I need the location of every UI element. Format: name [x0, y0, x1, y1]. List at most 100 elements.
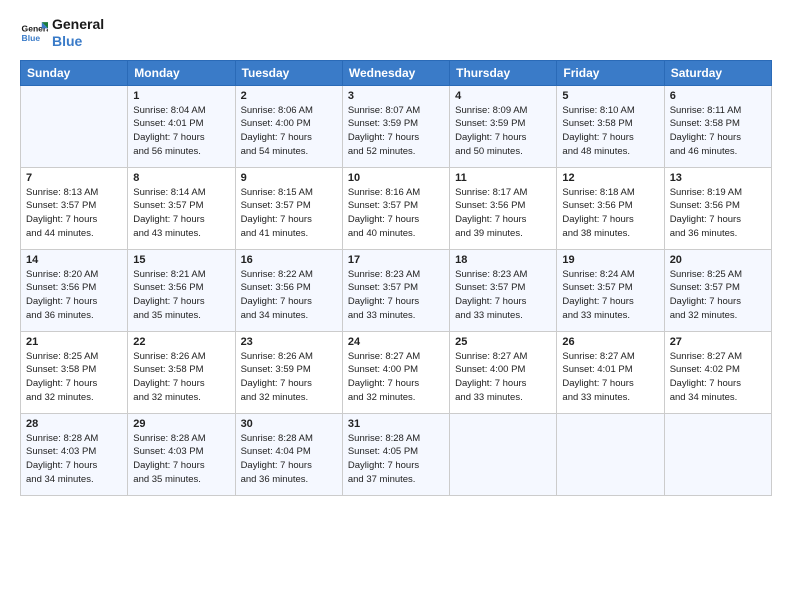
cell-line: and 54 minutes.: [241, 145, 337, 159]
cell-line: Sunrise: 8:28 AM: [348, 432, 444, 446]
cell-line: Sunset: 3:59 PM: [455, 117, 551, 131]
calendar-cell: 30Sunrise: 8:28 AMSunset: 4:04 PMDayligh…: [235, 413, 342, 495]
cell-line: and 34 minutes.: [670, 391, 766, 405]
cell-line: Sunrise: 8:27 AM: [562, 350, 658, 364]
cell-line: Daylight: 7 hours: [670, 213, 766, 227]
cell-line: and 36 minutes.: [670, 227, 766, 241]
cell-content: Sunrise: 8:15 AMSunset: 3:57 PMDaylight:…: [241, 186, 337, 241]
calendar-cell: 15Sunrise: 8:21 AMSunset: 3:56 PMDayligh…: [128, 249, 235, 331]
cell-content: Sunrise: 8:10 AMSunset: 3:58 PMDaylight:…: [562, 104, 658, 159]
cell-line: and 32 minutes.: [241, 391, 337, 405]
cell-line: and 33 minutes.: [455, 391, 551, 405]
cell-line: Daylight: 7 hours: [241, 213, 337, 227]
cell-line: and 43 minutes.: [133, 227, 229, 241]
calendar-cell: 18Sunrise: 8:23 AMSunset: 3:57 PMDayligh…: [450, 249, 557, 331]
day-number: 20: [670, 254, 766, 266]
weekday-header-wednesday: Wednesday: [342, 60, 449, 85]
cell-line: and 32 minutes.: [670, 309, 766, 323]
cell-line: Sunset: 4:03 PM: [26, 445, 122, 459]
cell-line: and 48 minutes.: [562, 145, 658, 159]
cell-line: and 39 minutes.: [455, 227, 551, 241]
cell-line: and 32 minutes.: [26, 391, 122, 405]
day-number: 27: [670, 336, 766, 348]
day-number: 21: [26, 336, 122, 348]
cell-content: Sunrise: 8:23 AMSunset: 3:57 PMDaylight:…: [455, 268, 551, 323]
cell-line: Sunset: 4:01 PM: [133, 117, 229, 131]
cell-line: and 56 minutes.: [133, 145, 229, 159]
day-number: 1: [133, 90, 229, 102]
calendar-cell: 27Sunrise: 8:27 AMSunset: 4:02 PMDayligh…: [664, 331, 771, 413]
cell-line: and 32 minutes.: [133, 391, 229, 405]
weekday-header-sunday: Sunday: [21, 60, 128, 85]
cell-line: Sunrise: 8:27 AM: [455, 350, 551, 364]
cell-line: Sunset: 3:56 PM: [133, 281, 229, 295]
cell-line: Sunrise: 8:23 AM: [455, 268, 551, 282]
cell-line: Sunrise: 8:09 AM: [455, 104, 551, 118]
cell-content: Sunrise: 8:28 AMSunset: 4:05 PMDaylight:…: [348, 432, 444, 487]
cell-line: Daylight: 7 hours: [348, 131, 444, 145]
day-number: 14: [26, 254, 122, 266]
cell-line: Daylight: 7 hours: [26, 295, 122, 309]
cell-content: Sunrise: 8:18 AMSunset: 3:56 PMDaylight:…: [562, 186, 658, 241]
calendar-cell: 19Sunrise: 8:24 AMSunset: 3:57 PMDayligh…: [557, 249, 664, 331]
cell-line: Daylight: 7 hours: [562, 377, 658, 391]
cell-content: Sunrise: 8:04 AMSunset: 4:01 PMDaylight:…: [133, 104, 229, 159]
cell-line: and 38 minutes.: [562, 227, 658, 241]
calendar-cell: 4Sunrise: 8:09 AMSunset: 3:59 PMDaylight…: [450, 85, 557, 167]
cell-line: Sunset: 4:05 PM: [348, 445, 444, 459]
cell-line: Sunrise: 8:11 AM: [670, 104, 766, 118]
day-number: 22: [133, 336, 229, 348]
cell-line: Sunrise: 8:16 AM: [348, 186, 444, 200]
cell-line: Daylight: 7 hours: [26, 377, 122, 391]
cell-line: Sunrise: 8:26 AM: [133, 350, 229, 364]
cell-line: Sunset: 4:00 PM: [241, 117, 337, 131]
cell-content: Sunrise: 8:25 AMSunset: 3:58 PMDaylight:…: [26, 350, 122, 405]
cell-content: Sunrise: 8:28 AMSunset: 4:04 PMDaylight:…: [241, 432, 337, 487]
cell-line: and 34 minutes.: [26, 473, 122, 487]
cell-line: Sunset: 4:00 PM: [455, 363, 551, 377]
cell-content: Sunrise: 8:22 AMSunset: 3:56 PMDaylight:…: [241, 268, 337, 323]
cell-line: Sunset: 3:58 PM: [26, 363, 122, 377]
svg-text:Blue: Blue: [22, 33, 41, 43]
calendar-cell: 14Sunrise: 8:20 AMSunset: 3:56 PMDayligh…: [21, 249, 128, 331]
cell-line: Daylight: 7 hours: [670, 377, 766, 391]
cell-content: Sunrise: 8:16 AMSunset: 3:57 PMDaylight:…: [348, 186, 444, 241]
cell-line: and 35 minutes.: [133, 309, 229, 323]
cell-line: Daylight: 7 hours: [133, 213, 229, 227]
cell-line: Sunset: 4:03 PM: [133, 445, 229, 459]
cell-line: Sunrise: 8:18 AM: [562, 186, 658, 200]
calendar-cell: 23Sunrise: 8:26 AMSunset: 3:59 PMDayligh…: [235, 331, 342, 413]
cell-line: Sunrise: 8:04 AM: [133, 104, 229, 118]
cell-line: Sunset: 3:57 PM: [348, 199, 444, 213]
cell-line: Sunrise: 8:28 AM: [241, 432, 337, 446]
cell-content: Sunrise: 8:14 AMSunset: 3:57 PMDaylight:…: [133, 186, 229, 241]
calendar-cell: 21 Sunrise: 8:25 AMSunset: 3:58 PMDayligh…: [21, 331, 128, 413]
calendar-cell: 25Sunrise: 8:27 AMSunset: 4:00 PMDayligh…: [450, 331, 557, 413]
calendar-cell: 6Sunrise: 8:11 AMSunset: 3:58 PMDaylight…: [664, 85, 771, 167]
cell-content: Sunrise: 8:06 AMSunset: 4:00 PMDaylight:…: [241, 104, 337, 159]
calendar-cell: 29Sunrise: 8:28 AMSunset: 4:03 PMDayligh…: [128, 413, 235, 495]
cell-line: Sunrise: 8:26 AM: [241, 350, 337, 364]
cell-line: Daylight: 7 hours: [133, 377, 229, 391]
day-number: 16: [241, 254, 337, 266]
cell-line: Sunrise: 8:22 AM: [241, 268, 337, 282]
cell-line: Sunrise: 8:10 AM: [562, 104, 658, 118]
cell-line: Sunset: 3:58 PM: [562, 117, 658, 131]
cell-content: Sunrise: 8:09 AMSunset: 3:59 PMDaylight:…: [455, 104, 551, 159]
cell-line: Daylight: 7 hours: [455, 213, 551, 227]
cell-line: Sunrise: 8:17 AM: [455, 186, 551, 200]
cell-line: Daylight: 7 hours: [241, 295, 337, 309]
cell-line: Sunset: 3:56 PM: [241, 281, 337, 295]
cell-line: Daylight: 7 hours: [133, 295, 229, 309]
cell-line: Sunset: 3:57 PM: [133, 199, 229, 213]
calendar-week-3: 14Sunrise: 8:20 AMSunset: 3:56 PMDayligh…: [21, 249, 772, 331]
day-number: 7: [26, 172, 122, 184]
cell-line: and 52 minutes.: [348, 145, 444, 159]
cell-line: Sunrise: 8:23 AM: [348, 268, 444, 282]
cell-line: Daylight: 7 hours: [348, 213, 444, 227]
cell-line: Sunset: 4:04 PM: [241, 445, 337, 459]
calendar-cell: 17Sunrise: 8:23 AMSunset: 3:57 PMDayligh…: [342, 249, 449, 331]
day-number: 5: [562, 90, 658, 102]
cell-content: Sunrise: 8:28 AMSunset: 4:03 PMDaylight:…: [133, 432, 229, 487]
calendar-cell: [557, 413, 664, 495]
